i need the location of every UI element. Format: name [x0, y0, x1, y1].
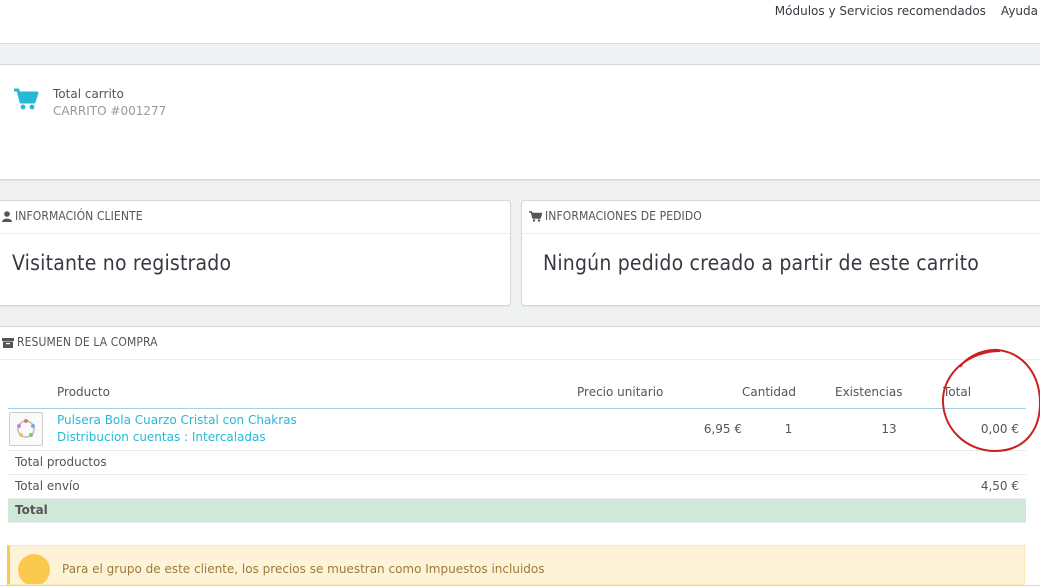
col-quantity: Cantidad — [742, 377, 835, 409]
total-shipping-value: 4,50 € — [943, 474, 1026, 499]
panel-heading: INFORMACIONES DE PEDIDO — [522, 201, 1040, 234]
user-icon — [2, 211, 12, 222]
top-nav: Módulos y Servicios recomendados Ayuda — [775, 4, 1038, 18]
customer-name: Visitante no registrado — [12, 251, 232, 275]
shopping-cart-icon — [529, 211, 543, 222]
cart-total-kpi: Total carrito CARRITO #001277 — [0, 64, 1040, 180]
nav-help-link[interactable]: Ayuda — [1001, 4, 1038, 18]
panel-heading: INFORMACIÓN CLIENTE — [0, 201, 510, 234]
total-products-row: Total productos — [8, 450, 1026, 475]
col-unit-price: Precio unitario — [577, 377, 742, 409]
kpi-title: Total carrito — [53, 87, 124, 101]
warning-icon — [18, 554, 50, 584]
table-header-row: Producto Precio unitario Cantidad Existe… — [8, 377, 1026, 409]
customer-info-title: INFORMACIÓN CLIENTE — [15, 209, 143, 223]
nav-modules-link[interactable]: Módulos y Servicios recomendados — [775, 4, 986, 18]
cart-id: CARRITO #001277 — [53, 104, 167, 118]
product-quantity: 1 — [742, 408, 835, 451]
product-unit-price: 6,95 € — [577, 408, 742, 451]
product-attributes-link[interactable]: Distribucion cuentas : Intercaladas — [57, 429, 577, 446]
col-product: Producto — [57, 377, 577, 409]
customer-info-panel: INFORMACIÓN CLIENTE Visitante no registr… — [0, 200, 511, 306]
total-shipping-row: Total envío 4,50 € — [8, 474, 1026, 499]
product-name-link[interactable]: Pulsera Bola Cuarzo Cristal con Chakras — [57, 412, 577, 429]
product-stock: 13 — [835, 408, 943, 451]
panel-heading: RESUMEN DE LA COMPRA — [0, 327, 1040, 360]
archive-icon — [2, 338, 14, 348]
table-row: Pulsera Bola Cuarzo Cristal con Chakras … — [8, 408, 1026, 451]
cart-table: Producto Precio unitario Cantidad Existe… — [8, 377, 1026, 523]
grand-total-label: Total — [8, 498, 943, 523]
order-info-panel: INFORMACIONES DE PEDIDO Ningún pedido cr… — [521, 200, 1040, 306]
total-shipping-label: Total envío — [8, 474, 943, 499]
product-thumbnail[interactable] — [9, 412, 43, 446]
summary-title: RESUMEN DE LA COMPRA — [17, 335, 158, 349]
col-total: Total — [943, 377, 1026, 409]
col-stock: Existencias — [835, 377, 943, 409]
shopping-cart-icon — [14, 88, 39, 110]
top-bar: Módulos y Servicios recomendados Ayuda — [0, 0, 1040, 44]
tax-info-alert: Para el grupo de este cliente, los preci… — [7, 545, 1025, 585]
order-info-title: INFORMACIONES DE PEDIDO — [545, 209, 702, 223]
order-status: Ningún pedido creado a partir de este ca… — [543, 251, 979, 275]
product-total: 0,00 € — [943, 408, 1026, 451]
total-products-label: Total productos — [8, 450, 943, 475]
bracelet-image — [17, 419, 35, 438]
grand-total-row: Total — [8, 498, 1026, 523]
alert-text: Para el grupo de este cliente, los preci… — [62, 562, 545, 576]
